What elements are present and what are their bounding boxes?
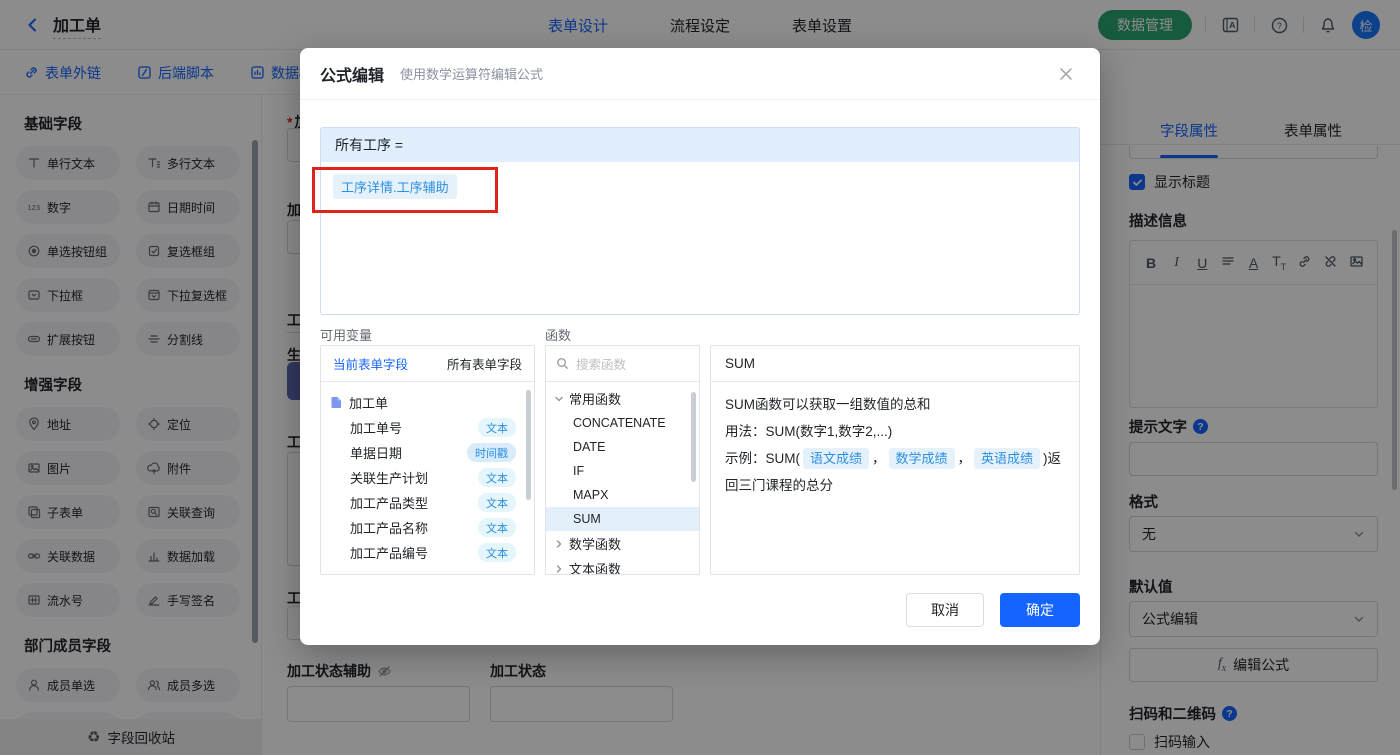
function-example-line: 示例：SUM(语文成绩，数学成绩，英语成绩)返回三门课程的总分	[725, 445, 1065, 499]
variable-item[interactable]: 加工单号 文本	[330, 415, 528, 440]
function-item-date[interactable]: DATE	[546, 435, 699, 459]
function-group[interactable]: 数学函数	[546, 531, 699, 556]
modal-header: 公式编辑 使用数学运算符编辑公式	[300, 48, 1100, 100]
search-placeholder: 搜索函数	[576, 358, 627, 372]
app-window: 加工单 表单设计 流程设定 表单设置 数据管理 A ? 检 表单外链 后端脚本 数据权 …	[0, 0, 1400, 755]
variable-item[interactable]: 单据日期 时间戳	[330, 440, 528, 465]
variables-tab-1[interactable]: 当前表单字段	[333, 354, 408, 373]
type-badge: 文本	[478, 543, 516, 562]
type-badge: 文本	[478, 518, 516, 537]
example-field-chip: 数学成绩	[888, 448, 955, 469]
function-item-if[interactable]: IF	[546, 459, 699, 483]
example-field-chip: 语文成绩	[803, 448, 870, 469]
function-item-concatenate[interactable]: CONCATENATE	[546, 411, 699, 435]
functions-panel: 搜索函数 常用函数 CONCATENATE DATE IF MAPX SUM 数学函数 文本函…	[545, 345, 700, 575]
function-name: SUM	[711, 346, 1079, 382]
function-detail-panel: SUM SUM函数可以获取一组数值的总和 用法：SUM(数字1,数字2,...)…	[710, 345, 1080, 575]
cancel-button[interactable]: 取消	[906, 593, 984, 627]
formula-editor-box[interactable]: 所有工序 = 工序详情.工序辅助	[320, 127, 1080, 315]
function-item-sum[interactable]: SUM	[546, 507, 699, 531]
form-file-icon	[331, 396, 341, 408]
variable-item[interactable]: 关联生产计划 文本	[330, 465, 528, 490]
type-badge: 文本	[478, 493, 516, 512]
formula-target: 所有工序 =	[321, 128, 1079, 162]
type-badge: 时间戳	[467, 443, 516, 462]
variable-item[interactable]: 加工产品名称 文本	[330, 515, 528, 540]
close-icon[interactable]	[1054, 62, 1078, 86]
chevron-right-icon	[556, 564, 562, 573]
function-group[interactable]: 文本函数	[546, 556, 699, 574]
variables-tabs: 当前表单字段 所有表单字段	[321, 346, 534, 382]
chevron-down-icon	[555, 396, 563, 401]
variable-tree-root[interactable]: 加工单	[330, 389, 528, 415]
type-badge: 文本	[478, 418, 516, 437]
modal-subtitle: 使用数学运算符编辑公式	[400, 67, 544, 82]
formula-variable-chip[interactable]: 工序详情.工序辅助	[333, 174, 457, 199]
function-desc-line: SUM函数可以获取一组数值的总和	[725, 397, 931, 412]
function-usage-line: 用法：SUM(数字1,数字2,...)	[725, 424, 893, 439]
variables-tab-2[interactable]: 所有表单字段	[447, 354, 522, 373]
variable-item[interactable]: 加工产品类型 文本	[330, 490, 528, 515]
formula-edit-modal: 公式编辑 使用数学运算符编辑公式 所有工序 = 工序详情.工序辅助 可用变量 函…	[300, 48, 1100, 645]
function-search[interactable]: 搜索函数	[546, 346, 699, 382]
modal-title: 公式编辑	[320, 67, 385, 85]
example-field-chip: 英语成绩	[974, 448, 1041, 469]
variable-item[interactable]: 加工产品编号 文本	[330, 540, 528, 565]
variables-section-label: 可用变量	[320, 328, 373, 343]
variables-scrollbar[interactable]	[526, 390, 531, 500]
variables-panel: 当前表单字段 所有表单字段 加工单 加工单号 文本 单据日期 时间戳 关联生产计划 文本 加工产…	[320, 345, 535, 575]
function-item-mapx[interactable]: MAPX	[546, 483, 699, 507]
type-badge: 文本	[478, 468, 516, 487]
confirm-button[interactable]: 确定	[1000, 593, 1080, 627]
function-description: SUM函数可以获取一组数值的总和 用法：SUM(数字1,数字2,...) 示例：…	[711, 382, 1079, 508]
search-icon	[557, 358, 568, 369]
function-group[interactable]: 常用函数	[546, 386, 699, 411]
functions-scrollbar[interactable]	[691, 392, 696, 482]
chevron-right-icon	[556, 539, 562, 548]
functions-section-label: 函数	[545, 328, 572, 343]
